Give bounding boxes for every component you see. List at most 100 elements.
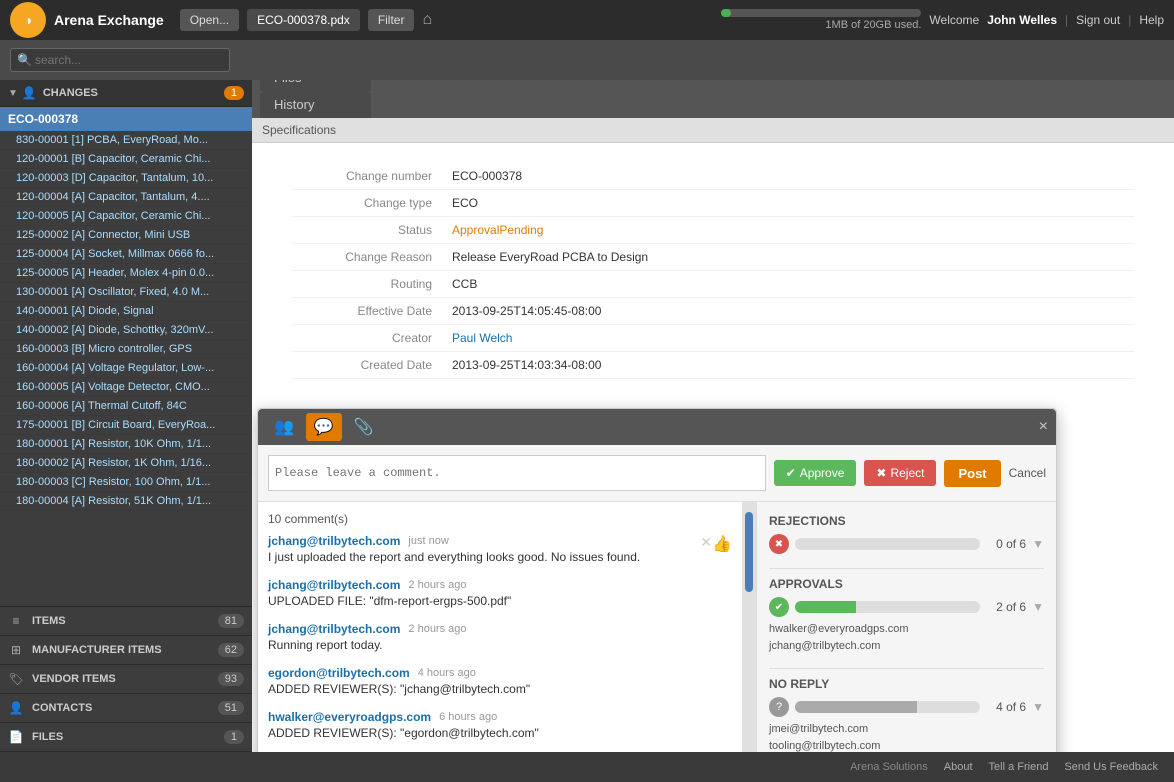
storage-area: 1MB of 20GB used.	[440, 9, 921, 31]
comment-header: hwalker@everyroadgps.com 6 hours ago	[268, 710, 732, 724]
changes-section-header[interactable]: ▼ 👤 CHANGES 1	[0, 80, 252, 107]
part-item[interactable]: 140-00001 [A] Diode, Signal	[0, 302, 252, 321]
overlay-close-btn[interactable]: ×	[1039, 418, 1048, 436]
part-item[interactable]: 125-00005 [A] Header, Molex 4-pin 0.0...	[0, 264, 252, 283]
sidebar-nav-item-contacts[interactable]: 👤 CONTACTS 51	[0, 694, 252, 723]
overlay-attach-btn[interactable]: 📎	[346, 413, 382, 441]
no-reply-chevron-icon[interactable]: ▼	[1032, 700, 1044, 714]
part-item[interactable]: 125-00004 [A] Socket, Millmax 0666 fo...	[0, 245, 252, 264]
part-item[interactable]: 160-00006 [A] Thermal Cutoff, 84C	[0, 397, 252, 416]
overlay-top-bar: 👥 💬 📎 ×	[258, 409, 1056, 445]
storage-text: 1MB of 20GB used.	[825, 19, 921, 31]
overlay-people-btn[interactable]: 👥	[266, 413, 302, 441]
open-button[interactable]: Open...	[180, 9, 239, 31]
comment-delete-icon[interactable]: ✕	[700, 534, 712, 551]
overlay-comment-btn[interactable]: 💬	[306, 413, 342, 441]
spec-row: Effective Date 2013-09-25T14:05:45-08:00	[292, 298, 1134, 325]
spec-row: Creator Paul Welch	[292, 325, 1134, 352]
part-item[interactable]: 180-00001 [A] Resistor, 10K Ohm, 1/1...	[0, 435, 252, 454]
tab-history[interactable]: History	[260, 91, 371, 118]
approvals-row: ✔ 2 of 6 ▼	[769, 597, 1044, 617]
filter-button[interactable]: Filter	[368, 9, 415, 31]
tab-files[interactable]: Files	[260, 80, 371, 91]
spec-value: ECO-000378	[452, 169, 1134, 183]
sidebar: ▼ 👤 CHANGES 1 ECO-000378 830-00001 [1] P…	[0, 80, 252, 752]
app-title: Arena Exchange	[54, 12, 164, 28]
approve-button[interactable]: ✔ Approve	[774, 460, 857, 486]
comment-text: Running report today.	[268, 638, 732, 652]
changes-count: 1	[224, 86, 244, 100]
part-item[interactable]: 120-00004 [A] Capacitor, Tantalum, 4....	[0, 188, 252, 207]
nav-count: 62	[218, 643, 244, 657]
part-item[interactable]: 180-00002 [A] Resistor, 1K Ohm, 1/16...	[0, 454, 252, 473]
sidebar-nav: ≡ ITEMS 81⊞ MANUFACTURER ITEMS 62🏷 VENDO…	[0, 606, 252, 752]
post-button[interactable]: Post	[944, 460, 1000, 487]
comment-scrollbar[interactable]	[742, 502, 756, 752]
about-link[interactable]: About	[944, 761, 973, 773]
help-link[interactable]: Help	[1139, 13, 1164, 27]
tab-items-container: SummaryAffected ItemsApproversFilesHisto…	[260, 80, 371, 118]
reject-button[interactable]: ✖ Reject	[864, 460, 936, 486]
feedback-link[interactable]: Send Us Feedback	[1064, 761, 1158, 773]
content-area: SummaryAffected ItemsApproversFilesHisto…	[252, 80, 1174, 752]
rejections-chevron-icon[interactable]: ▼	[1032, 537, 1044, 551]
rejections-bar	[795, 538, 980, 550]
spec-value: Paul Welch	[452, 331, 1134, 345]
part-item[interactable]: 160-00004 [A] Voltage Regulator, Low-...	[0, 359, 252, 378]
eco-item[interactable]: ECO-000378	[0, 107, 252, 131]
comment-time: 2 hours ago	[408, 579, 466, 591]
part-item[interactable]: 120-00005 [A] Capacitor, Ceramic Chi...	[0, 207, 252, 226]
approvals-count: 2 of 6	[986, 600, 1026, 614]
no-reply-count: 4 of 6	[986, 700, 1026, 714]
user-area: Welcome John Welles | Sign out | Help	[929, 13, 1164, 27]
part-item[interactable]: 125-00002 [A] Connector, Mini USB	[0, 226, 252, 245]
comment-author: jchang@trilbytech.com	[268, 534, 400, 548]
part-item[interactable]: 160-00003 [B] Micro controller, GPS	[0, 340, 252, 359]
nav-icon: 📄	[8, 730, 24, 744]
comment-entry: hwalker@everyroadgps.com 6 hours ago ADD…	[268, 710, 732, 740]
sign-out-link[interactable]: Sign out	[1076, 13, 1120, 27]
comment-list: 10 comment(s) jchang@trilbytech.com just…	[258, 502, 742, 752]
nav-label: MANUFACTURER ITEMS	[32, 644, 218, 656]
part-item[interactable]: 180-00004 [A] Resistor, 51K Ohm, 1/1...	[0, 492, 252, 511]
part-item[interactable]: 160-00005 [A] Voltage Detector, CMO...	[0, 378, 252, 397]
approvals-chevron-icon[interactable]: ▼	[1032, 600, 1044, 614]
comment-time: 4 hours ago	[418, 667, 476, 679]
part-item[interactable]: 175-00001 [B] Circuit Board, EveryRoa...	[0, 416, 252, 435]
sidebar-nav-item-items[interactable]: ≡ ITEMS 81	[0, 607, 252, 636]
sidebar-nav-item-manufacturer-items[interactable]: ⊞ MANUFACTURER ITEMS 62	[0, 636, 252, 665]
divider-2	[769, 668, 1044, 669]
divider-1	[769, 568, 1044, 569]
no-reply-section: NO REPLY ? 4 of 6 ▼ jmei@trilbytech.comt…	[769, 677, 1044, 752]
home-icon[interactable]: ⌂	[422, 11, 432, 29]
nav-label: VENDOR ITEMS	[32, 673, 218, 685]
part-item[interactable]: 180-00003 [C] Resistor, 100 Ohm, 1/1...	[0, 473, 252, 492]
comment-text: UPLOADED FILE: "dfm-report-ergps-500.pdf…	[268, 594, 732, 608]
tabs: SummaryAffected ItemsApproversFilesHisto…	[252, 80, 1174, 118]
spec-key: Status	[292, 223, 452, 237]
cancel-button[interactable]: Cancel	[1009, 466, 1046, 480]
sidebar-nav-item-vendor-items[interactable]: 🏷 VENDOR ITEMS 93	[0, 665, 252, 694]
search-input[interactable]	[10, 48, 230, 72]
part-item[interactable]: 120-00003 [D] Capacitor, Tantalum, 10...	[0, 169, 252, 188]
spec-key: Change number	[292, 169, 452, 183]
part-item[interactable]: 130-00001 [A] Oscillator, Fixed, 4.0 M..…	[0, 283, 252, 302]
spec-value: CCB	[452, 277, 1134, 291]
comment-time: 2 hours ago	[408, 623, 466, 635]
parts-list: 830-00001 [1] PCBA, EveryRoad, Mo...120-…	[0, 131, 252, 511]
comment-entry: egordon@trilbytech.com 4 hours ago ADDED…	[268, 666, 732, 696]
part-item[interactable]: 830-00001 [1] PCBA, EveryRoad, Mo...	[0, 131, 252, 150]
part-item[interactable]: 140-00002 [A] Diode, Schottky, 320mV...	[0, 321, 252, 340]
nav-count: 1	[224, 730, 244, 744]
spec-key: Change type	[292, 196, 452, 210]
comment-input-row: ✔ Approve ✖ Reject Post Cancel	[258, 445, 1056, 502]
comment-entry: jchang@trilbytech.com 2 hours ago Runnin…	[268, 622, 732, 652]
storage-bar-bg	[721, 9, 921, 17]
comment-like-icon[interactable]: 👍	[712, 534, 732, 554]
sidebar-nav-item-files[interactable]: 📄 FILES 1	[0, 723, 252, 752]
tell-friend-link[interactable]: Tell a Friend	[989, 761, 1049, 773]
comment-input[interactable]	[268, 455, 766, 491]
comment-count: 10 comment(s)	[268, 512, 732, 526]
part-item[interactable]: 120-00001 [B] Capacitor, Ceramic Chi...	[0, 150, 252, 169]
rejections-icon: ✖	[769, 534, 789, 554]
